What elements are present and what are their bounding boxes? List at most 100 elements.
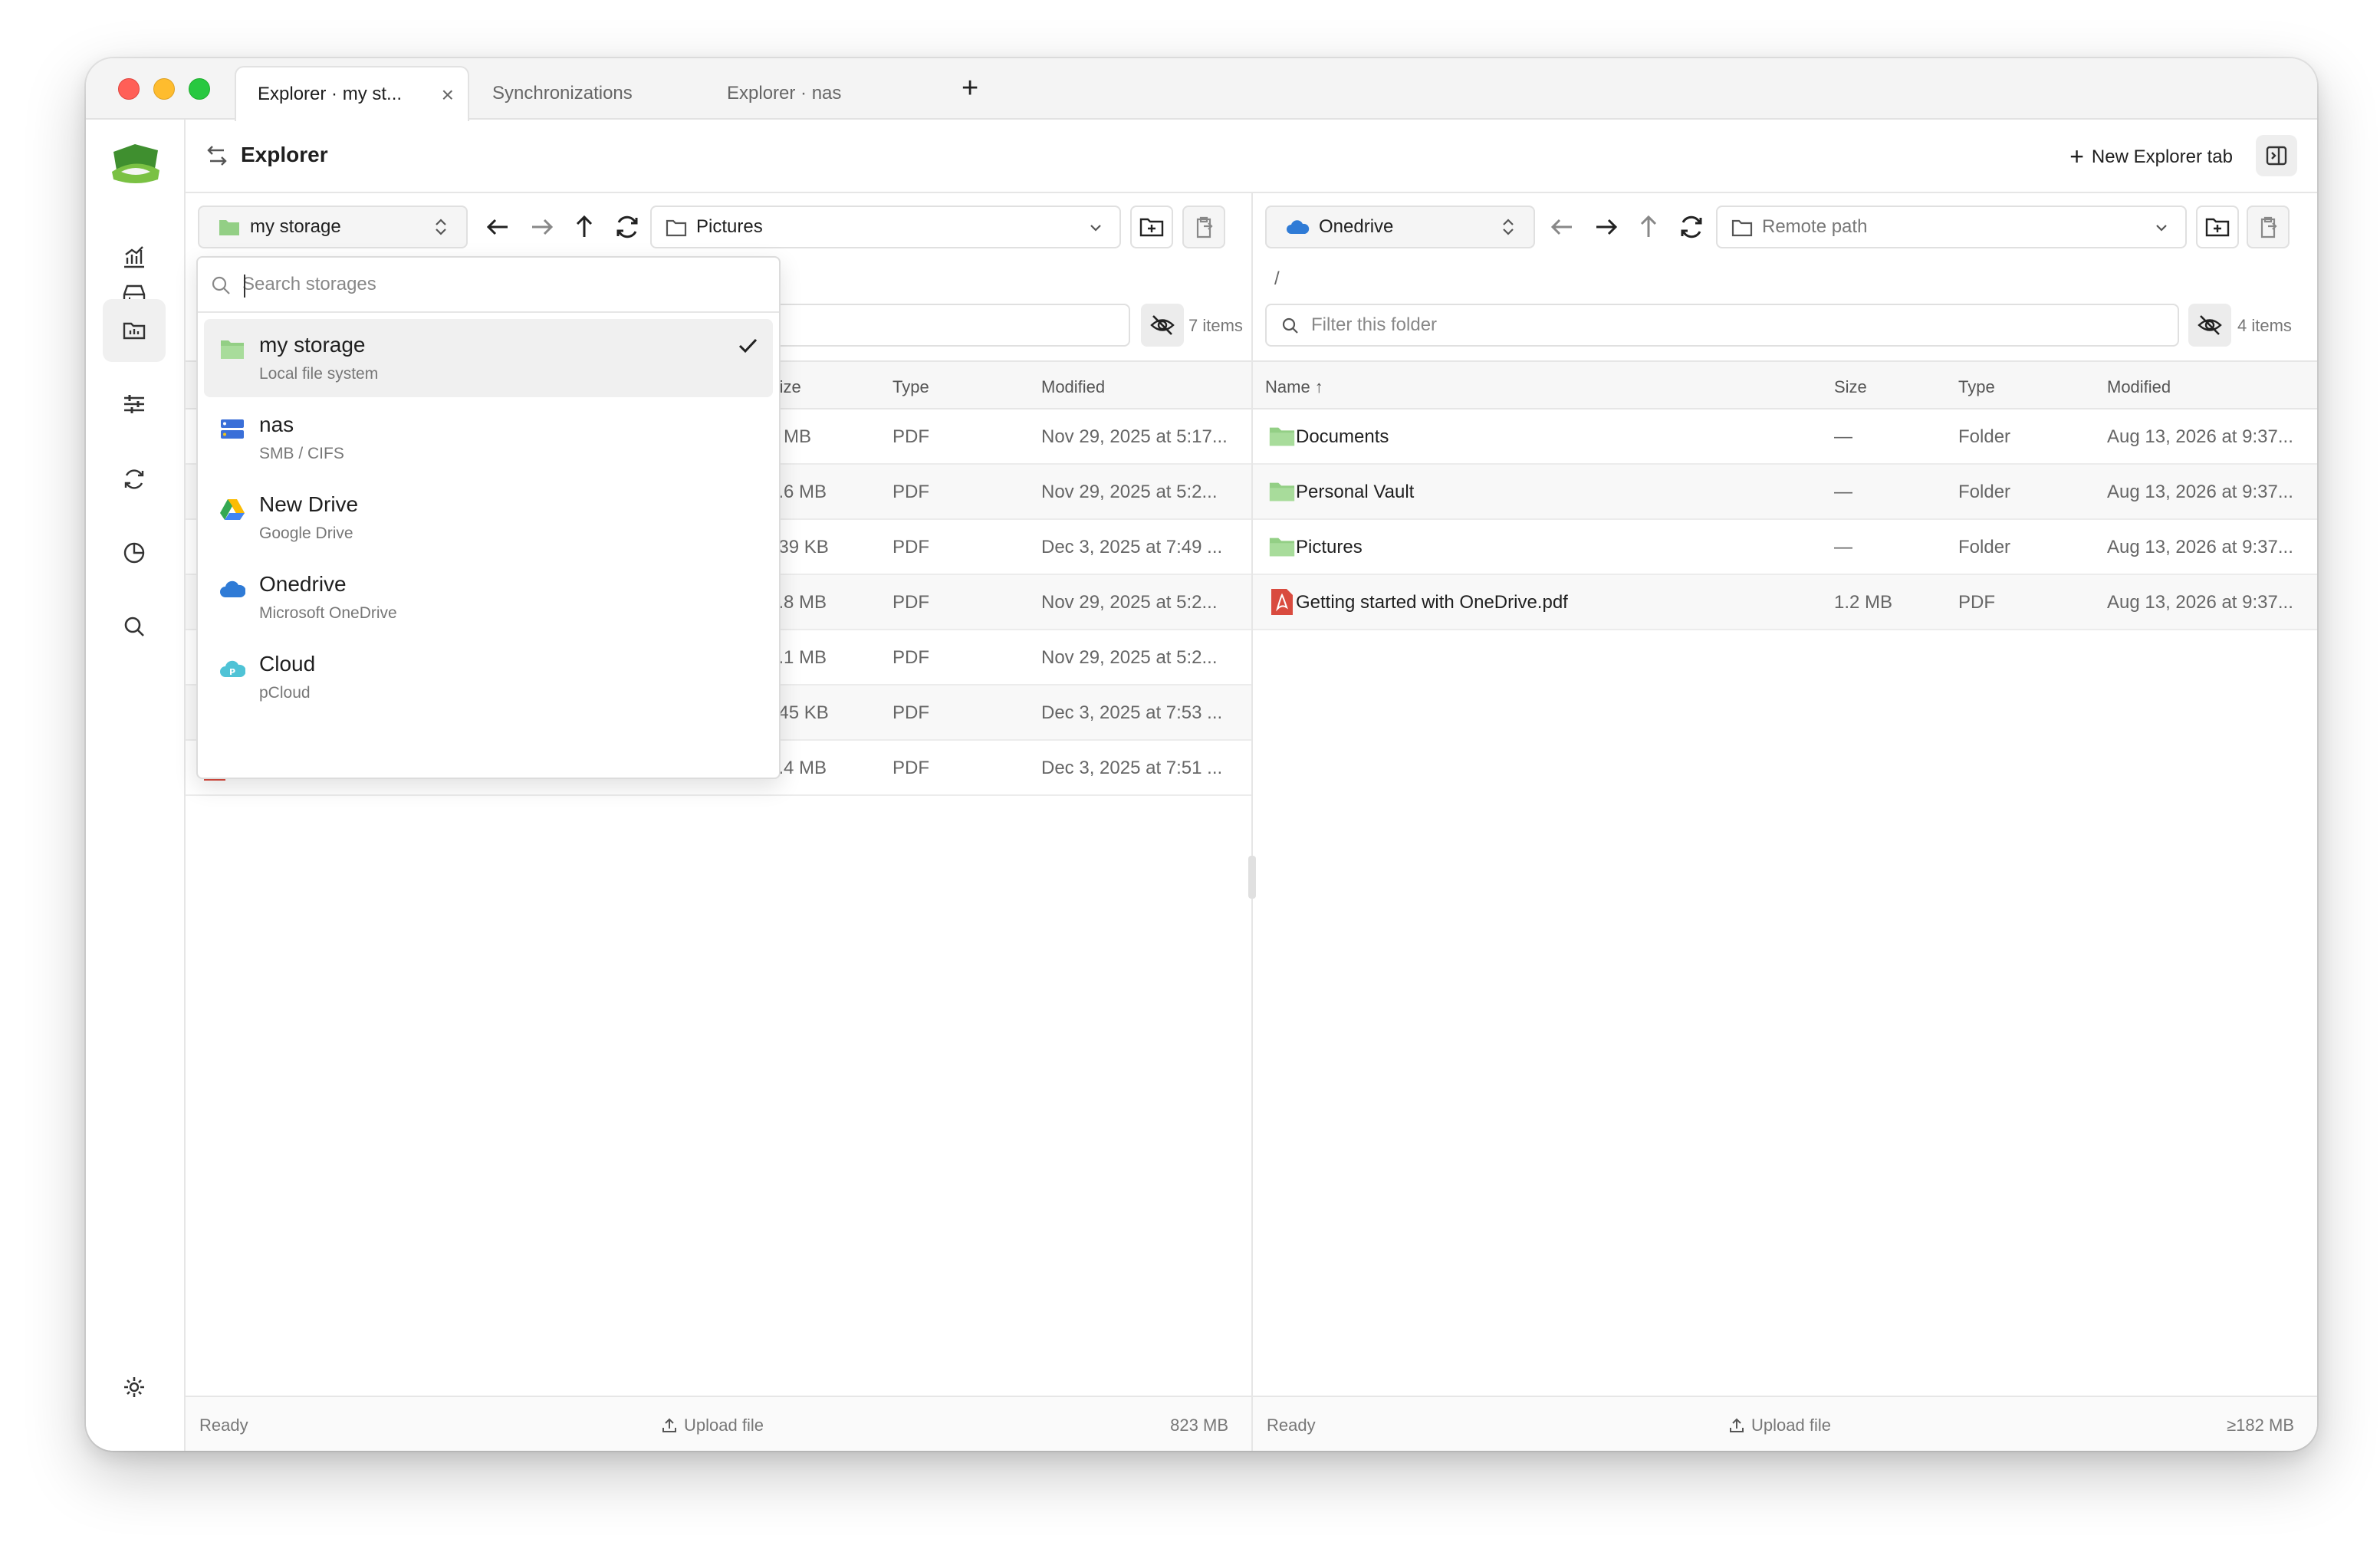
file-type: PDF bbox=[893, 647, 929, 668]
swap-arrows-icon bbox=[207, 146, 227, 166]
folder-outline-icon bbox=[1731, 219, 1753, 237]
storage-option-subtitle: Google Drive bbox=[259, 524, 353, 542]
sidebar-item-preferences[interactable] bbox=[103, 1356, 166, 1419]
up-arrow-icon[interactable] bbox=[1633, 212, 1664, 242]
up-arrow-icon[interactable] bbox=[569, 212, 600, 242]
file-name: Personal Vault bbox=[1296, 482, 1415, 502]
app-logo-icon bbox=[112, 144, 159, 183]
storage-option-title: my storage bbox=[259, 333, 366, 357]
file-type: PDF bbox=[893, 426, 929, 447]
right-upload-button[interactable]: Upload file bbox=[1728, 1416, 1831, 1435]
left-toggle-hidden-button[interactable] bbox=[1141, 304, 1184, 347]
back-arrow-icon[interactable] bbox=[483, 212, 514, 242]
left-upload-button[interactable]: Upload file bbox=[661, 1416, 764, 1435]
right-storage-size: ≥182 MB bbox=[2227, 1416, 2294, 1435]
text-caret bbox=[244, 275, 245, 298]
sidebar-item-sync[interactable] bbox=[103, 448, 166, 511]
storage-option-cloud[interactable]: P Cloud pCloud bbox=[204, 638, 773, 716]
sidebar-item-settings-tuning[interactable] bbox=[103, 373, 166, 436]
search-icon bbox=[212, 276, 230, 294]
sidebar-item-usage[interactable] bbox=[103, 521, 166, 584]
left-storage-select[interactable]: my storage bbox=[198, 206, 468, 248]
refresh-icon[interactable] bbox=[1676, 212, 1707, 242]
left-new-folder-button[interactable] bbox=[1130, 206, 1173, 248]
refresh-icon[interactable] bbox=[612, 212, 643, 242]
folder-outline-icon bbox=[666, 219, 687, 237]
toggle-split-pane-button[interactable] bbox=[2256, 135, 2297, 176]
file-modified: Aug 13, 2026 at 9:37... bbox=[2107, 482, 2293, 502]
title-bar: Explorer · my st... × Synchronizations E… bbox=[86, 58, 2317, 121]
storage-option-my-storage[interactable]: my storage Local file system bbox=[204, 319, 773, 397]
right-new-folder-button[interactable] bbox=[2196, 206, 2239, 248]
column-header-type[interactable]: Type bbox=[893, 377, 929, 397]
table-row[interactable]: Getting started with OneDrive.pdf 1.2 MB P… bbox=[1253, 575, 2317, 630]
left-path-input[interactable]: Pictures bbox=[650, 206, 1121, 248]
file-modified: Nov 29, 2025 at 5:2... bbox=[1041, 647, 1218, 668]
storage-option-title: nas bbox=[259, 413, 294, 436]
file-name: Getting started with OneDrive.pdf bbox=[1296, 592, 1568, 613]
storage-search-placeholder: Search storages bbox=[242, 274, 376, 294]
column-header-name[interactable]: Name ↑ bbox=[1265, 377, 1323, 397]
forward-arrow-icon[interactable] bbox=[1590, 212, 1621, 242]
plus-icon: + bbox=[2069, 143, 2084, 170]
search-icon bbox=[124, 617, 144, 636]
tab-explorer-my-storage[interactable]: Explorer · my st... × bbox=[235, 66, 469, 121]
table-row[interactable]: Documents — Folder Aug 13, 2026 at 9:37... bbox=[1253, 409, 2317, 465]
local-folder-icon bbox=[221, 340, 244, 359]
chevron-up-down-icon bbox=[436, 219, 446, 235]
column-header-modified[interactable]: Modified bbox=[2107, 377, 2171, 397]
right-toggle-hidden-button[interactable] bbox=[2188, 304, 2231, 347]
folder-icon bbox=[1269, 482, 1295, 501]
storage-option-new-drive[interactable]: New Drive Google Drive bbox=[204, 478, 773, 557]
file-type: PDF bbox=[893, 592, 929, 613]
pdf-file-icon bbox=[1271, 589, 1293, 615]
sidebar-item-search[interactable] bbox=[103, 595, 166, 658]
right-table-header: Name ↑ Size Type Modified bbox=[1253, 360, 2317, 409]
page-header: Explorer + New Explorer tab bbox=[186, 120, 2317, 193]
file-type: Folder bbox=[1958, 482, 2011, 502]
tab-explorer-nas[interactable]: Explorer · nas bbox=[705, 66, 863, 121]
back-arrow-icon[interactable] bbox=[1547, 212, 1578, 242]
file-name: Documents bbox=[1296, 426, 1389, 447]
eye-off-icon bbox=[1150, 315, 1175, 335]
sidebar-item-explorer[interactable] bbox=[103, 299, 166, 362]
chevron-down-icon bbox=[2156, 225, 2167, 232]
file-modified: Dec 3, 2025 at 7:49 ... bbox=[1041, 537, 1223, 557]
table-row[interactable]: Personal Vault — Folder Aug 13, 2026 at 9:3… bbox=[1253, 465, 2317, 520]
close-window-button[interactable] bbox=[118, 78, 140, 100]
add-tab-button[interactable]: + bbox=[962, 72, 978, 105]
left-upload-label: Upload file bbox=[684, 1416, 764, 1435]
storage-search-input[interactable]: Search storages bbox=[198, 258, 779, 313]
new-explorer-tab-button[interactable]: + New Explorer tab bbox=[2069, 143, 2233, 171]
column-header-modified[interactable]: Modified bbox=[1041, 377, 1105, 397]
right-filter-input[interactable]: Filter this folder bbox=[1265, 304, 2179, 347]
right-path-input[interactable]: Remote path bbox=[1716, 206, 2187, 248]
file-type: PDF bbox=[893, 702, 929, 723]
left-paste-button[interactable] bbox=[1182, 206, 1225, 248]
zoom-window-button[interactable] bbox=[189, 78, 210, 100]
onedrive-cloud-icon bbox=[1287, 220, 1310, 234]
storage-option-subtitle: SMB / CIFS bbox=[259, 445, 344, 462]
breadcrumb[interactable]: / bbox=[1274, 268, 1280, 290]
right-path-placeholder: Remote path bbox=[1762, 216, 1868, 237]
file-type: PDF bbox=[1958, 592, 1995, 613]
right-paste-button[interactable] bbox=[2247, 206, 2290, 248]
storage-option-subtitle: Local file system bbox=[259, 365, 379, 383]
right-storage-select[interactable]: Onedrive bbox=[1265, 206, 1535, 248]
folder-icon bbox=[1269, 538, 1295, 557]
storage-option-title: New Drive bbox=[259, 492, 359, 516]
minimize-window-button[interactable] bbox=[153, 78, 175, 100]
file-modified: Aug 13, 2026 at 9:37... bbox=[2107, 537, 2293, 557]
column-header-size[interactable]: Size bbox=[1834, 377, 1867, 397]
folder-browser-icon bbox=[123, 322, 146, 340]
forward-arrow-icon[interactable] bbox=[526, 212, 557, 242]
right-filter-placeholder: Filter this folder bbox=[1311, 314, 1438, 335]
storage-option-onedrive[interactable]: Onedrive Microsoft OneDrive bbox=[204, 558, 773, 636]
table-row[interactable]: Pictures — Folder Aug 13, 2026 at 9:37... bbox=[1253, 520, 2317, 575]
storage-option-nas[interactable]: nas SMB / CIFS bbox=[204, 399, 773, 477]
column-header-type[interactable]: Type bbox=[1958, 377, 1995, 397]
tab-close-icon[interactable]: × bbox=[442, 83, 454, 107]
server-icon bbox=[221, 419, 244, 439]
gear-icon bbox=[124, 1377, 144, 1397]
tab-synchronizations[interactable]: Synchronizations bbox=[471, 66, 654, 121]
